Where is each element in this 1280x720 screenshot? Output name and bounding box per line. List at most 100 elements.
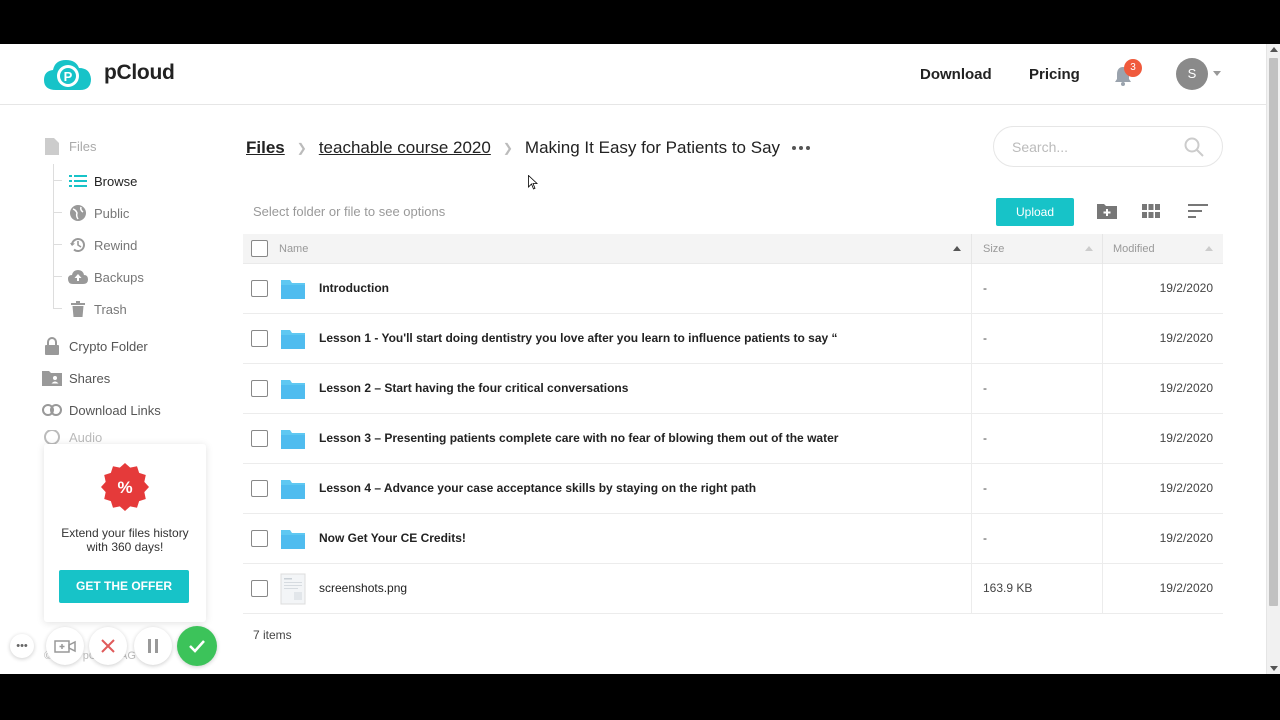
sort-up-icon[interactable] bbox=[1205, 246, 1213, 251]
column-header-modified[interactable]: Modified bbox=[1113, 243, 1155, 255]
file-name[interactable]: Introduction bbox=[319, 281, 839, 295]
column-divider bbox=[971, 564, 972, 614]
list-icon bbox=[68, 172, 88, 190]
cloud-upload-icon bbox=[68, 268, 88, 286]
table-row[interactable]: Introduction - 19/2/2020 bbox=[243, 264, 1223, 314]
row-checkbox[interactable] bbox=[251, 280, 268, 297]
file-name[interactable]: Lesson 1 - You'll start doing dentistry … bbox=[319, 331, 839, 345]
row-checkbox[interactable] bbox=[251, 380, 268, 397]
file-name[interactable]: screenshots.png bbox=[319, 581, 839, 595]
file-name[interactable]: Lesson 2 – Start having the four critica… bbox=[319, 381, 839, 395]
mouse-pointer-icon bbox=[528, 175, 538, 190]
sidebar-item-label: Browse bbox=[94, 173, 138, 189]
tree-branch bbox=[53, 180, 62, 181]
brand-name[interactable]: pCloud bbox=[104, 61, 175, 85]
sidebar-item-trash[interactable]: Trash bbox=[68, 298, 127, 320]
checkmark-icon bbox=[189, 640, 205, 653]
tree-connector bbox=[53, 164, 54, 309]
breadcrumb-current: Making It Easy for Patients to Say bbox=[524, 138, 781, 157]
column-divider bbox=[1102, 464, 1103, 514]
column-divider bbox=[1102, 364, 1103, 414]
file-icon bbox=[42, 137, 62, 155]
user-avatar[interactable]: S bbox=[1176, 58, 1208, 90]
file-modified: 19/2/2020 bbox=[1159, 531, 1213, 545]
sidebar-item-label: Public bbox=[94, 205, 130, 221]
pcloud-logo-icon[interactable]: P bbox=[42, 57, 94, 93]
sidebar-item-audio[interactable]: Audio bbox=[42, 430, 102, 444]
finish-recording-button[interactable] bbox=[177, 626, 217, 666]
image-thumbnail-icon bbox=[280, 573, 306, 605]
sort-up-icon[interactable] bbox=[1085, 246, 1093, 251]
column-header-name[interactable]: Name bbox=[279, 243, 308, 255]
file-name[interactable]: Lesson 3 – Presenting patients complete … bbox=[319, 431, 839, 445]
sidebar-item-public[interactable]: Public bbox=[68, 202, 129, 224]
get-offer-button[interactable]: GET THE OFFER bbox=[59, 570, 189, 603]
new-folder-icon[interactable] bbox=[1096, 201, 1118, 221]
row-checkbox[interactable] bbox=[251, 480, 268, 497]
breadcrumb-root[interactable]: Files bbox=[246, 138, 285, 158]
table-row[interactable]: screenshots.png 163.9 KB 19/2/2020 bbox=[243, 564, 1223, 614]
select-all-checkbox[interactable] bbox=[251, 240, 268, 257]
column-divider bbox=[1102, 514, 1103, 564]
webcam-toggle-button[interactable] bbox=[46, 627, 84, 665]
file-modified: 19/2/2020 bbox=[1159, 581, 1213, 595]
scroll-down-arrow-icon[interactable] bbox=[1270, 666, 1278, 671]
link-icon bbox=[42, 401, 62, 419]
scroll-up-arrow-icon[interactable] bbox=[1270, 47, 1278, 52]
breadcrumb-item[interactable]: teachable course 2020 bbox=[319, 138, 491, 158]
column-divider bbox=[971, 314, 972, 364]
sort-up-icon[interactable] bbox=[953, 246, 961, 251]
file-name[interactable]: Lesson 4 – Advance your case acceptance … bbox=[319, 481, 839, 495]
nav-download-link[interactable]: Download bbox=[920, 66, 992, 83]
sidebar-item-label: Rewind bbox=[94, 237, 138, 253]
column-divider bbox=[971, 364, 972, 414]
tree-branch bbox=[53, 308, 62, 309]
search-icon[interactable] bbox=[1184, 137, 1204, 157]
table-row[interactable]: Lesson 4 – Advance your case acceptance … bbox=[243, 464, 1223, 514]
chevron-down-icon[interactable] bbox=[1213, 71, 1221, 76]
row-checkbox[interactable] bbox=[251, 530, 268, 547]
column-divider bbox=[971, 514, 972, 564]
cancel-recording-button[interactable] bbox=[89, 627, 127, 665]
notification-count-badge: 3 bbox=[1124, 59, 1142, 77]
table-row[interactable]: Now Get Your CE Credits! - 19/2/2020 bbox=[243, 514, 1223, 564]
table-row[interactable]: Lesson 1 - You'll start doing dentistry … bbox=[243, 314, 1223, 364]
camera-icon bbox=[54, 640, 76, 653]
promo-card: % Extend your files history with 360 day… bbox=[44, 444, 206, 622]
grid-view-icon[interactable] bbox=[1140, 201, 1162, 221]
search-input[interactable] bbox=[1012, 137, 1172, 157]
column-divider bbox=[971, 414, 972, 464]
row-checkbox[interactable] bbox=[251, 580, 268, 597]
vertical-scrollbar[interactable] bbox=[1266, 44, 1280, 674]
row-checkbox[interactable] bbox=[251, 430, 268, 447]
file-size: - bbox=[983, 431, 987, 445]
column-divider bbox=[1102, 564, 1103, 614]
sidebar-item-label: Files bbox=[69, 138, 97, 154]
column-header-size[interactable]: Size bbox=[983, 243, 1004, 255]
folder-icon bbox=[281, 430, 305, 449]
upload-button[interactable]: Upload bbox=[996, 198, 1074, 226]
sidebar-item-label: Trash bbox=[94, 301, 127, 317]
table-row[interactable]: Lesson 3 – Presenting patients complete … bbox=[243, 414, 1223, 464]
sidebar-item-browse[interactable]: Browse bbox=[68, 170, 137, 192]
sidebar-item-files[interactable]: Files bbox=[42, 135, 96, 157]
more-actions-icon[interactable] bbox=[792, 146, 811, 150]
scrollbar-thumb[interactable] bbox=[1269, 58, 1278, 606]
column-divider bbox=[1102, 234, 1103, 264]
more-options-button[interactable]: ••• bbox=[10, 634, 34, 658]
file-modified: 19/2/2020 bbox=[1159, 431, 1213, 445]
nav-pricing-link[interactable]: Pricing bbox=[1029, 66, 1080, 83]
chevron-right-icon: ❯ bbox=[502, 141, 513, 155]
table-row[interactable]: Lesson 2 – Start having the four critica… bbox=[243, 364, 1223, 414]
row-checkbox[interactable] bbox=[251, 330, 268, 347]
pause-recording-button[interactable] bbox=[134, 627, 172, 665]
sidebar-item-download-links[interactable]: Download Links bbox=[42, 399, 161, 421]
promo-text: Extend your files history with 360 days! bbox=[61, 526, 189, 554]
close-icon bbox=[101, 639, 115, 653]
sidebar-item-backups[interactable]: Backups bbox=[68, 266, 144, 288]
sort-icon[interactable] bbox=[1187, 201, 1209, 221]
sidebar-item-crypto-folder[interactable]: Crypto Folder bbox=[42, 335, 148, 357]
sidebar-item-rewind[interactable]: Rewind bbox=[68, 234, 137, 256]
file-name[interactable]: Now Get Your CE Credits! bbox=[319, 531, 839, 545]
sidebar-item-shares[interactable]: Shares bbox=[42, 367, 110, 389]
